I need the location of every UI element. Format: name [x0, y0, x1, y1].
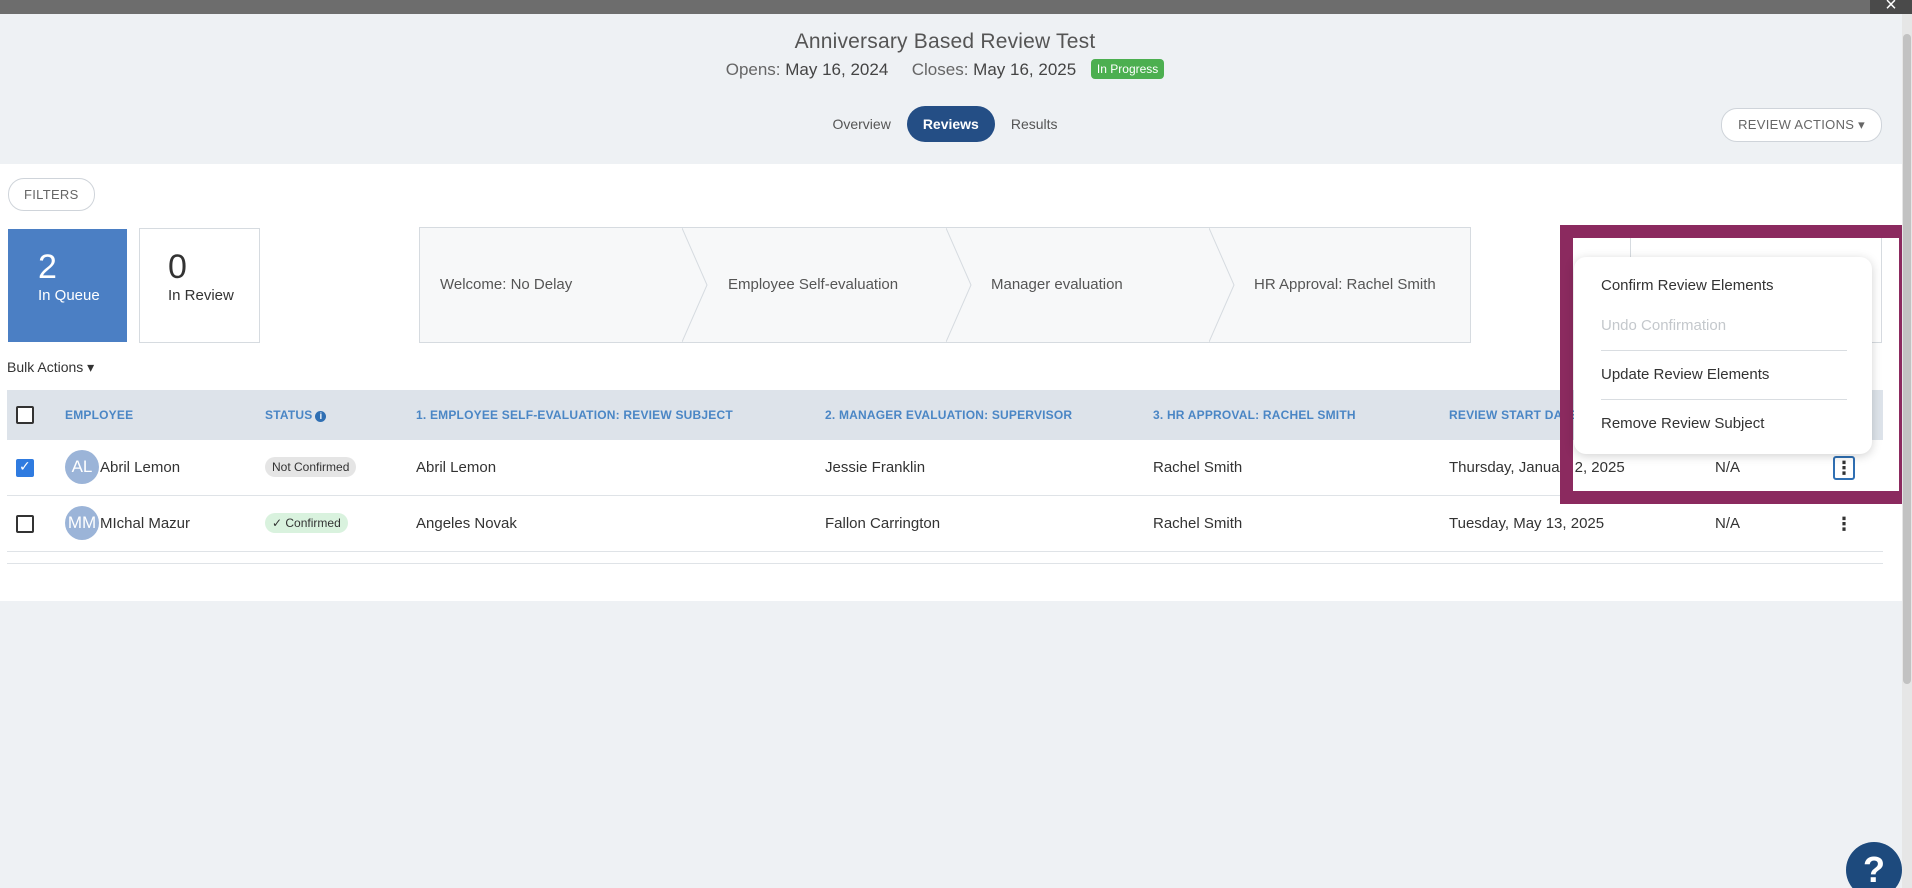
col-manager-evaluation[interactable]: 2. MANAGER EVALUATION: SUPERVISOR — [825, 390, 1072, 440]
in-queue-card[interactable]: 2 In Queue — [8, 229, 127, 342]
vertical-scrollbar[interactable] — [1902, 14, 1912, 888]
bulk-actions-label: Bulk Actions — [7, 359, 84, 375]
closes-label: Closes: — [911, 60, 969, 79]
extra-cell: N/A — [1715, 515, 1741, 532]
filters-button[interactable]: FILTERS — [8, 178, 95, 211]
col-review-start-date[interactable]: REVIEW START DATE — [1449, 390, 1577, 440]
menu-item-remove-review-subject[interactable]: Remove Review Subject — [1601, 415, 1764, 432]
col-status-label: STATUS — [265, 408, 313, 422]
review-start-date-text: Thursday, Januar — [1449, 459, 1565, 476]
menu-item-confirm-review-elements[interactable]: Confirm Review Elements — [1601, 277, 1774, 294]
table-footer-row — [7, 552, 1883, 564]
manager-cell: Fallon Carrington — [825, 515, 941, 532]
avatar: AL — [65, 450, 99, 484]
tab-results[interactable]: Results — [995, 106, 1074, 142]
tab-reviews[interactable]: Reviews — [906, 106, 995, 142]
col-status[interactable]: STATUS i — [265, 390, 327, 440]
info-icon[interactable]: i — [315, 411, 327, 422]
step-hr-approval[interactable]: HR Approval: Rachel Smith — [1254, 228, 1436, 342]
page-title: Anniversary Based Review Test — [794, 30, 1096, 53]
in-review-card[interactable]: 0 In Review — [139, 228, 260, 343]
tab-overview[interactable]: Overview — [816, 106, 906, 142]
in-review-count: 0 — [168, 248, 187, 286]
status-badge-label: Confirmed — [285, 516, 341, 530]
step-self-evaluation[interactable]: Employee Self-evaluation — [728, 228, 898, 342]
employee-name[interactable]: MIchal Mazur — [100, 496, 190, 552]
review-actions-label: REVIEW ACTIONS — [1738, 117, 1855, 132]
status-badge: In Progress — [1090, 59, 1165, 79]
step-separator-icon — [682, 228, 708, 342]
review-header: Anniversary Based Review Test Opens: May… — [0, 30, 1890, 80]
col-hr-approval[interactable]: 3. HR APPROVAL: RACHEL SMITH — [1153, 390, 1356, 440]
review-start-date-tail: 2, 2025 — [1574, 459, 1625, 476]
help-button[interactable]: ? — [1846, 842, 1902, 888]
status-badge: Not Confirmed — [265, 457, 357, 477]
hr-approval-cell: Rachel Smith — [1153, 515, 1243, 532]
opens-label: Opens: — [725, 60, 781, 79]
menu-divider — [1601, 350, 1847, 351]
hr-approval-cell: Rachel Smith — [1153, 459, 1243, 476]
more-options-icon[interactable]: ⋮ — [1833, 512, 1855, 536]
tab-bar: Overview Reviews Results — [0, 106, 1890, 142]
self-evaluation-cell: Abril Lemon — [416, 459, 497, 476]
review-actions-button[interactable]: REVIEW ACTIONS ▾ — [1721, 108, 1882, 142]
check-icon: ✓ — [272, 516, 286, 530]
avatar: MM — [65, 506, 99, 540]
col-self-evaluation[interactable]: 1. EMPLOYEE SELF-EVALUATION: REVIEW SUBJ… — [416, 390, 733, 440]
employee-name[interactable]: Abril Lemon — [100, 440, 180, 496]
table-row[interactable]: MM MIchal Mazur ✓ Confirmed Angeles Nova… — [7, 496, 1883, 552]
in-queue-count: 2 — [38, 248, 57, 286]
step-welcome[interactable]: Welcome: No Delay — [440, 228, 572, 342]
select-all-checkbox[interactable] — [16, 406, 34, 424]
row-checkbox[interactable] — [16, 458, 34, 477]
workflow-steps: Welcome: No Delay Employee Self-evaluati… — [419, 227, 1471, 343]
menu-item-update-review-elements[interactable]: Update Review Elements — [1601, 366, 1769, 383]
in-review-label: In Review — [168, 287, 234, 304]
scrollbar-thumb[interactable] — [1903, 34, 1911, 684]
review-start-date-cell: Tuesday, May 13, 2025 — [1449, 515, 1605, 532]
row-checkbox[interactable] — [16, 515, 34, 533]
caret-down-icon: ▾ — [1858, 117, 1865, 132]
self-evaluation-cell: Angeles Novak — [416, 515, 517, 532]
menu-divider — [1601, 399, 1847, 400]
menu-item-undo-confirmation: Undo Confirmation — [1601, 317, 1727, 334]
top-bar — [0, 0, 1912, 14]
opens-value: May 16, 2024 — [785, 60, 889, 79]
caret-down-icon: ▾ — [87, 359, 95, 375]
close-icon[interactable]: × — [1870, 0, 1912, 14]
step-manager-evaluation[interactable]: Manager evaluation — [991, 228, 1123, 342]
manager-cell: Jessie Franklin — [825, 459, 926, 476]
status-badge: ✓ Confirmed — [265, 513, 348, 533]
in-queue-label: In Queue — [38, 287, 100, 304]
row-actions-menu: Confirm Review Elements Undo Confirmatio… — [1574, 257, 1872, 454]
bulk-actions-dropdown[interactable]: Bulk Actions ▾ — [7, 359, 94, 376]
review-dates: Opens: May 16, 2024 Closes: May 16, 2025… — [0, 59, 1890, 80]
step-separator-icon — [946, 228, 972, 342]
more-options-icon[interactable]: ⋮ — [1833, 456, 1855, 480]
step-separator-icon — [1209, 228, 1235, 342]
col-employee[interactable]: EMPLOYEE — [65, 390, 133, 440]
closes-value: May 16, 2025 — [973, 60, 1077, 79]
